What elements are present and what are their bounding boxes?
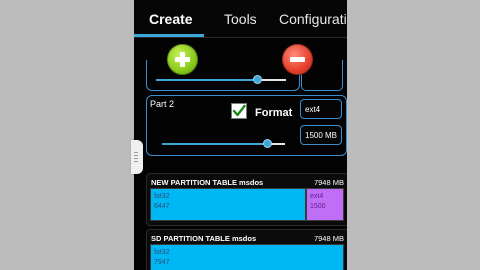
- partition-segment-fat32[interactable]: fat32 6447: [150, 188, 306, 221]
- partition-size-field[interactable]: 1500 MB: [300, 125, 342, 145]
- checkmark-icon: [232, 104, 246, 117]
- filesystem-field[interactable]: ext4: [300, 99, 342, 119]
- tab-tools[interactable]: Tools: [224, 11, 257, 27]
- tab-divider: [134, 37, 347, 38]
- app-window: Create Tools Configurati Part 2 Format e…: [134, 0, 347, 270]
- partition-segment-fat32[interactable]: fat32 7947: [150, 244, 344, 270]
- partition-label: Part 2: [150, 99, 175, 109]
- table-title: SD PARTITION TABLE msdos: [151, 234, 257, 243]
- sd-partition-table: SD PARTITION TABLE msdos 7948 MB fat32 7…: [146, 229, 347, 270]
- format-checkbox[interactable]: [231, 103, 247, 119]
- partition-1-size-slider[interactable]: [156, 79, 286, 81]
- tab-create[interactable]: Create: [149, 11, 193, 27]
- segment-size: 6447: [154, 203, 170, 210]
- segment-size: 1500: [310, 203, 326, 210]
- table-size: 7948 MB: [313, 234, 344, 243]
- tab-configuration[interactable]: Configurati: [279, 11, 347, 27]
- slider-fill: [156, 79, 258, 81]
- plus-icon: [167, 44, 198, 75]
- drawer-handle[interactable]: [131, 140, 143, 174]
- segment-fs: fat32: [154, 249, 170, 256]
- slider-fill: [162, 143, 267, 145]
- segment-size: 7947: [154, 259, 170, 266]
- format-label: Format: [255, 107, 293, 119]
- table-title: NEW PARTITION TABLE msdos: [151, 178, 264, 187]
- partition-segment-ext4[interactable]: ext4 1500: [306, 188, 344, 221]
- segment-fs: ext4: [310, 193, 324, 200]
- minus-icon: [282, 44, 313, 75]
- tab-bar: Create Tools Configurati: [134, 0, 347, 38]
- slider-knob[interactable]: [262, 139, 272, 148]
- remove-partition-button[interactable]: [282, 44, 313, 75]
- table-size: 7948 MB: [313, 178, 344, 187]
- segment-fs: fat32: [154, 193, 170, 200]
- add-partition-button[interactable]: [167, 44, 198, 75]
- new-partition-table: NEW PARTITION TABLE msdos 7948 MB fat32 …: [146, 173, 347, 226]
